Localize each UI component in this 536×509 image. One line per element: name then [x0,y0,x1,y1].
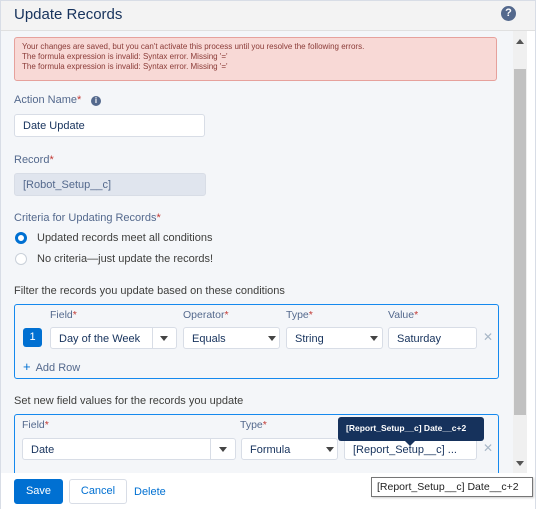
row-number-badge: 1 [23,328,42,347]
scroll-up-icon[interactable] [516,39,524,44]
filter-type-select[interactable]: String [286,327,383,349]
chevron-down-icon[interactable] [219,447,227,452]
add-row-button[interactable]: + Add Row [23,359,80,374]
chevron-down-icon[interactable] [326,447,334,452]
filter-value-input[interactable]: Saturday [388,327,477,349]
dialog-title: Update Records [14,6,123,23]
error-line: The formula expression is invalid: Synta… [22,52,228,61]
filter-field-label: Field* [50,309,77,321]
filter-type-label: Type* [286,309,313,321]
set-field-select[interactable]: Date [22,438,236,460]
set-field-label: Field* [22,419,49,431]
filter-conditions-group: Field* Operator* Type* Value* 1 Day of t… [14,304,499,379]
remove-row-icon[interactable]: ✕ [483,441,493,455]
save-button[interactable]: Save [14,479,63,504]
action-name-label: Action Name* [14,94,82,106]
update-records-dialog: Update Records ? Your changes are saved,… [0,0,536,509]
filter-operator-select[interactable]: Equals [183,327,280,349]
record-label: Record* [14,154,54,166]
radio-meet-conditions-label[interactable]: Updated records meet all conditions [37,232,212,244]
info-icon[interactable]: i [91,96,101,106]
record-field: [Robot_Setup__c] [14,173,206,196]
select-divider [152,327,153,349]
set-type-label: Type* [240,419,267,431]
criteria-label: Criteria for Updating Records* [14,212,161,224]
radio-no-criteria-label[interactable]: No criteria—just update the records! [37,253,213,265]
delete-button[interactable]: Delete [134,486,166,498]
filter-heading: Filter the records you update based on t… [14,285,285,297]
vertical-scrollbar[interactable] [513,31,527,473]
remove-row-icon[interactable]: ✕ [483,330,493,344]
error-line: The formula expression is invalid: Synta… [22,62,228,71]
select-divider [210,438,211,460]
help-icon[interactable]: ? [501,6,516,21]
dialog-header: Update Records ? [1,1,535,31]
action-name-input[interactable]: Date Update [14,114,205,137]
plus-icon: + [23,359,31,374]
filter-operator-label: Operator* [183,309,229,321]
error-message: Your changes are saved, but you can't ac… [14,37,497,81]
set-type-select[interactable]: Formula [241,438,338,460]
hover-tooltip: [Report_Setup__c] Date__c+2 [371,477,533,497]
scroll-thumb[interactable] [514,69,526,415]
set-values-heading: Set new field values for the records you… [14,395,244,407]
radio-meet-conditions[interactable] [15,232,27,244]
chevron-down-icon[interactable] [160,336,168,341]
chevron-down-icon[interactable] [370,336,378,341]
scroll-down-icon[interactable] [516,461,524,466]
form-scroll-area[interactable]: Your changes are saved, but you can't ac… [1,31,513,473]
error-line: Your changes are saved, but you can't ac… [22,42,365,51]
filter-value-label: Value* [388,309,419,321]
cancel-button[interactable]: Cancel [69,479,127,504]
value-tooltip: [Report_Setup__c] Date__c+2 [338,417,484,446]
chevron-down-icon[interactable] [268,336,276,341]
radio-no-criteria[interactable] [15,253,27,265]
filter-field-select[interactable]: Day of the Week [50,327,177,349]
